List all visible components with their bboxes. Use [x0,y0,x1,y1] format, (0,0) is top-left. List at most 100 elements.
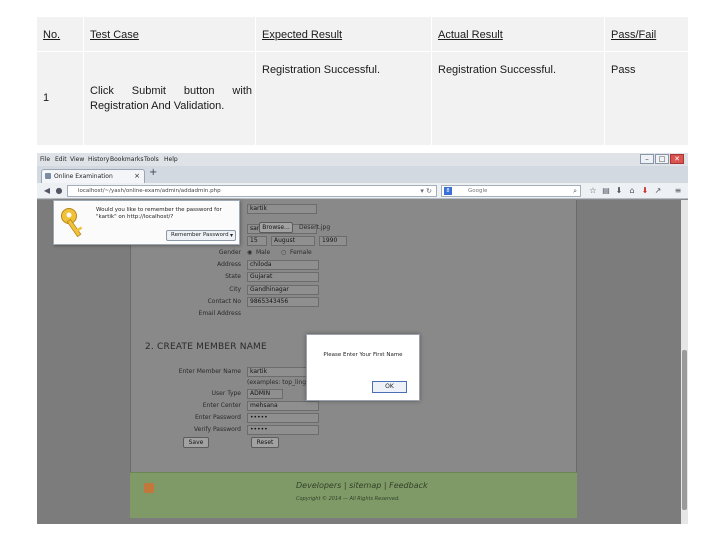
row-actual-result: Registration Successful. [438,64,556,76]
remember-password-button[interactable]: Remember Password ▾ [166,230,236,241]
page-scrollbar[interactable] [681,200,688,524]
cell-actual: Registration Successful. [432,52,605,145]
close-tab-icon[interactable]: × [134,172,140,180]
user-type-select[interactable]: ADMIN [247,389,283,399]
dob-year-select[interactable]: 1990 [319,236,347,246]
password-label: Enter Password [194,414,241,421]
header-no: No. [43,29,61,41]
menu-help[interactable]: Help [164,156,178,163]
search-engine-icon[interactable]: 8 [444,187,452,195]
gender-male-radio-icon[interactable]: ◉ [247,249,252,256]
dob-month-select[interactable]: August [271,236,315,246]
key-icon [61,208,83,238]
member-section-title: 2. CREATE MEMBER NAME [145,342,267,352]
chevron-down-icon[interactable]: ▾ [230,231,233,240]
gender-female-label: Female [290,249,312,256]
downloads-icon[interactable]: ⬇ [613,185,625,197]
menu-file[interactable]: File [40,156,50,163]
menu-tools[interactable]: Tools [144,156,159,163]
city-label: City [229,286,241,293]
rss-icon[interactable] [144,483,154,493]
contact-input[interactable]: 9865343456 [247,297,319,307]
verify-password-label: Verify Password [194,426,241,433]
close-window-button[interactable]: ✕ [670,154,684,164]
footer-copyright: Copyright © 2014 — All Rights Reserved. [296,496,400,502]
tab-strip: Online Examination × [37,166,688,183]
header-cell-expected: Expected Result [256,17,432,51]
menu-view[interactable]: View [70,156,84,163]
search-bar[interactable]: 8 Google ⌕ [441,185,581,197]
alert-dialog: Please Enter Your First Name OK [306,334,420,401]
table-header-row: No. Test Case Expected Result Actual Res… [37,17,688,52]
header-cell-actual: Actual Result [432,17,605,51]
alert-ok-button[interactable]: OK [372,381,407,393]
tab-online-examination[interactable]: Online Examination × [41,169,145,183]
menu-edit[interactable]: Edit [55,156,67,163]
password-input[interactable]: ••••• [247,413,319,423]
remember-password-label: Remember Password [171,232,229,238]
row-status: Pass [611,64,636,76]
center-input[interactable]: mehsana [247,401,319,411]
state-label: State [225,273,241,280]
reading-list-icon[interactable]: ☆ [587,185,599,197]
header-cell-test-case: Test Case [84,17,256,51]
header-cell-pass-fail: Pass/Fail [605,17,688,51]
row-number: 1 [43,92,50,104]
scrollbar-thumb[interactable] [682,350,687,510]
row-test-case: Click Submit button with Registration An… [90,85,252,112]
footer-links[interactable]: Developers | sitemap | Feedback [296,481,428,490]
test-case-table: No. Test Case Expected Result Actual Res… [37,17,688,145]
page-footer: Developers | sitemap | Feedback Copyrigh… [130,472,577,518]
alert-message: Please Enter Your First Name [323,352,403,358]
remember-password-message: Would you like to remember the password … [96,207,222,220]
browse-button[interactable]: Browse... [259,222,293,233]
reset-button[interactable]: Reset [251,437,279,448]
maximize-button[interactable]: □ [655,154,669,164]
first-name-input[interactable]: kartik [247,204,317,214]
header-actual-result: Actual Result [438,29,503,41]
home-icon[interactable]: ⌂ [626,185,638,197]
center-label: Enter Center [202,402,241,409]
gender-female-radio-icon[interactable]: ○ [281,249,286,256]
header-expected-result: Expected Result [262,29,343,41]
user-type-label: User Type [211,390,241,397]
browser-screenshot: File Edit View History Bookmarks Tools H… [37,153,688,524]
gender-label: Gender [218,249,241,256]
addon-icon[interactable]: ⬇ [639,185,651,197]
page-favicon-icon [45,173,51,179]
row-expected-result: Registration Successful. [262,64,380,76]
cell-pass-fail: Pass [605,52,688,145]
header-cell-no: No. [37,17,84,51]
bookmarks-icon[interactable]: ▤ [600,185,612,197]
sync-icon[interactable]: ↗ [652,185,664,197]
cell-no: 1 [37,52,84,145]
dob-day-select[interactable]: 15 [247,236,267,246]
save-button[interactable]: Save [183,437,209,448]
back-icon[interactable]: ◀ [41,185,53,197]
page-content: kartik sani Browse... Desert.jpg 15 Augu… [37,200,681,524]
url-bar[interactable]: localhost/~/yash/online-exam/admin/addad… [67,185,437,197]
header-test-case: Test Case [90,29,139,41]
contact-label: Contact No [207,298,241,305]
menu-history[interactable]: History [88,156,109,163]
menu-bookmarks[interactable]: Bookmarks [110,156,144,163]
city-input[interactable]: Gandhinagar [247,285,319,295]
url-text: localhost/~/yash/online-exam/admin/addad… [78,188,221,194]
member-name-label: Enter Member Name [178,368,241,375]
verify-password-input[interactable]: ••••• [247,425,319,435]
uploaded-file-name: Desert.jpg [299,224,331,231]
search-icon[interactable]: ⌕ [573,187,577,196]
navigation-bar: ◀ ● localhost/~/yash/online-exam/admin/a… [37,183,688,199]
hamburger-menu-icon[interactable]: ≡ [672,185,684,197]
header-pass-fail: Pass/Fail [611,29,657,41]
table-row: 1 Click Submit button with Registration … [37,52,688,145]
cell-test-case: Click Submit button with Registration An… [84,52,256,145]
identity-icon[interactable]: ● [53,185,65,197]
new-tab-button[interactable]: + [149,167,157,178]
address-input[interactable]: chiloda [247,260,319,270]
search-placeholder: Google [468,188,488,194]
minimize-button[interactable]: – [640,154,654,164]
state-select[interactable]: Gujarat [247,272,319,282]
menu-bar: File Edit View History Bookmarks Tools H… [37,153,688,166]
reload-icon[interactable]: ▾ ↻ [420,187,432,195]
